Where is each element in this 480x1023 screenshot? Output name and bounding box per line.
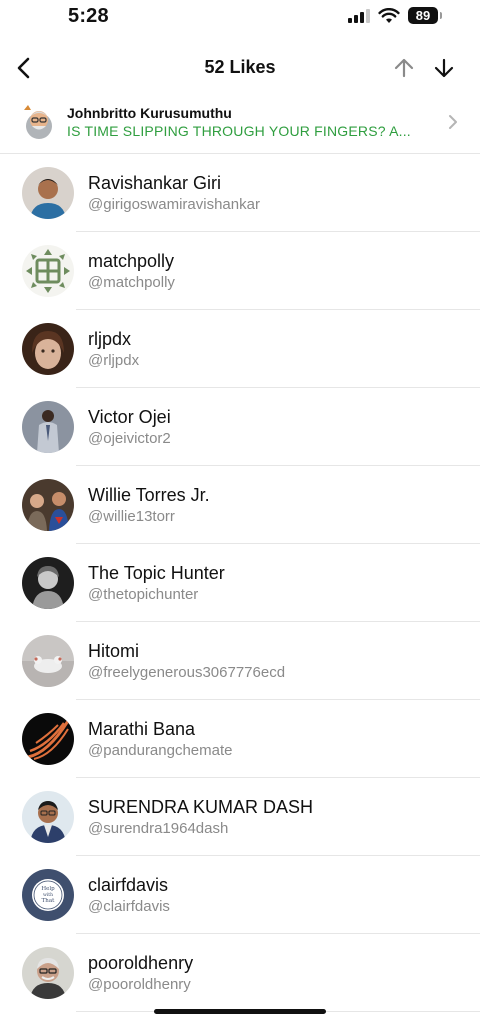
battery-icon: 89: [408, 7, 442, 24]
next-post-button[interactable]: [430, 54, 458, 82]
list-item[interactable]: SURENDRA KUMAR DASH @surendra1964dash: [0, 778, 480, 856]
post-author: Johnbritto Kurusumuthu: [67, 105, 232, 121]
user-handle: @willie13torr: [88, 508, 175, 525]
status-time: 5:28: [68, 5, 109, 27]
status-bar: 5:28 89: [0, 0, 480, 34]
arrow-down-icon: [434, 58, 454, 78]
user-name: The Topic Hunter: [88, 563, 225, 583]
list-item[interactable]: Marathi Bana @pandurangchemate: [0, 700, 480, 778]
status-icons: 89: [348, 7, 442, 24]
user-handle: @pandurangchemate: [88, 742, 233, 759]
badge-text-line1: Help: [41, 886, 55, 892]
user-name: matchpolly: [88, 251, 175, 271]
arrow-up-icon: [394, 58, 414, 78]
nav-bar: 52 Likes: [0, 44, 480, 92]
list-item[interactable]: matchpolly @matchpolly: [0, 232, 480, 310]
user-handle: @girigoswamiravishankar: [88, 196, 260, 213]
user-handle: @matchpolly: [88, 274, 175, 291]
user-name: Willie Torres Jr.: [88, 485, 210, 505]
user-name: rljpdx: [88, 329, 132, 349]
avatar: [22, 557, 74, 609]
user-handle: @surendra1964dash: [88, 820, 229, 837]
user-handle: @ojeivictor2: [88, 430, 171, 447]
avatar: [22, 791, 74, 843]
list-item[interactable]: Hitomi @freelygenerous3067776ecd: [0, 622, 480, 700]
user-name: clairfdavis: [88, 875, 169, 895]
post-summary[interactable]: Johnbritto Kurusumuthu IS TIME SLIPPING …: [0, 96, 480, 154]
user-name: SURENDRA KUMAR DASH: [88, 797, 314, 817]
avatar: [22, 323, 74, 375]
avatar: [22, 167, 74, 219]
avatar: [22, 713, 74, 765]
list-item[interactable]: Willie Torres Jr. @willie13torr: [0, 466, 480, 544]
author-avatar: [24, 105, 52, 139]
likes-list: Ravishankar Giri @girigoswamiravishankar…: [0, 154, 480, 1012]
wifi-icon: [378, 7, 400, 23]
avatar: [22, 635, 74, 687]
user-name: Victor Ojei: [88, 407, 171, 427]
user-name: Hitomi: [88, 641, 140, 661]
list-item[interactable]: Victor Ojei @ojeivictor2: [0, 388, 480, 466]
user-handle: @clairfdavis: [88, 898, 170, 915]
user-name: Marathi Bana: [88, 719, 196, 739]
post-excerpt: IS TIME SLIPPING THROUGH YOUR FINGERS? A…: [67, 123, 411, 139]
avatar: [22, 401, 74, 453]
signal-icon: [348, 8, 370, 23]
list-item[interactable]: Help with That clairfdavis @clairfdavis: [0, 856, 480, 934]
user-handle: @freelygenerous3067776ecd: [88, 664, 286, 681]
list-item[interactable]: Ravishankar Giri @girigoswamiravishankar: [0, 154, 480, 232]
avatar: [22, 245, 74, 297]
user-handle: @thetopichunter: [88, 586, 199, 603]
user-handle: @rljpdx: [88, 352, 140, 369]
chevron-right-icon: [449, 115, 457, 129]
list-item[interactable]: The Topic Hunter @thetopichunter: [0, 544, 480, 622]
home-indicator[interactable]: [154, 1009, 326, 1014]
battery-level: 89: [415, 8, 431, 23]
avatar: [22, 947, 74, 999]
user-name: pooroldhenry: [88, 953, 194, 973]
user-name: Ravishankar Giri: [88, 173, 222, 193]
avatar: [22, 479, 74, 531]
badge-text-line3: That: [42, 898, 55, 904]
user-handle: @pooroldhenry: [88, 976, 191, 993]
list-item[interactable]: rljpdx @rljpdx: [0, 310, 480, 388]
previous-post-button[interactable]: [390, 54, 418, 82]
list-item[interactable]: pooroldhenry @pooroldhenry: [0, 934, 480, 1012]
avatar: Help with That: [22, 869, 74, 921]
